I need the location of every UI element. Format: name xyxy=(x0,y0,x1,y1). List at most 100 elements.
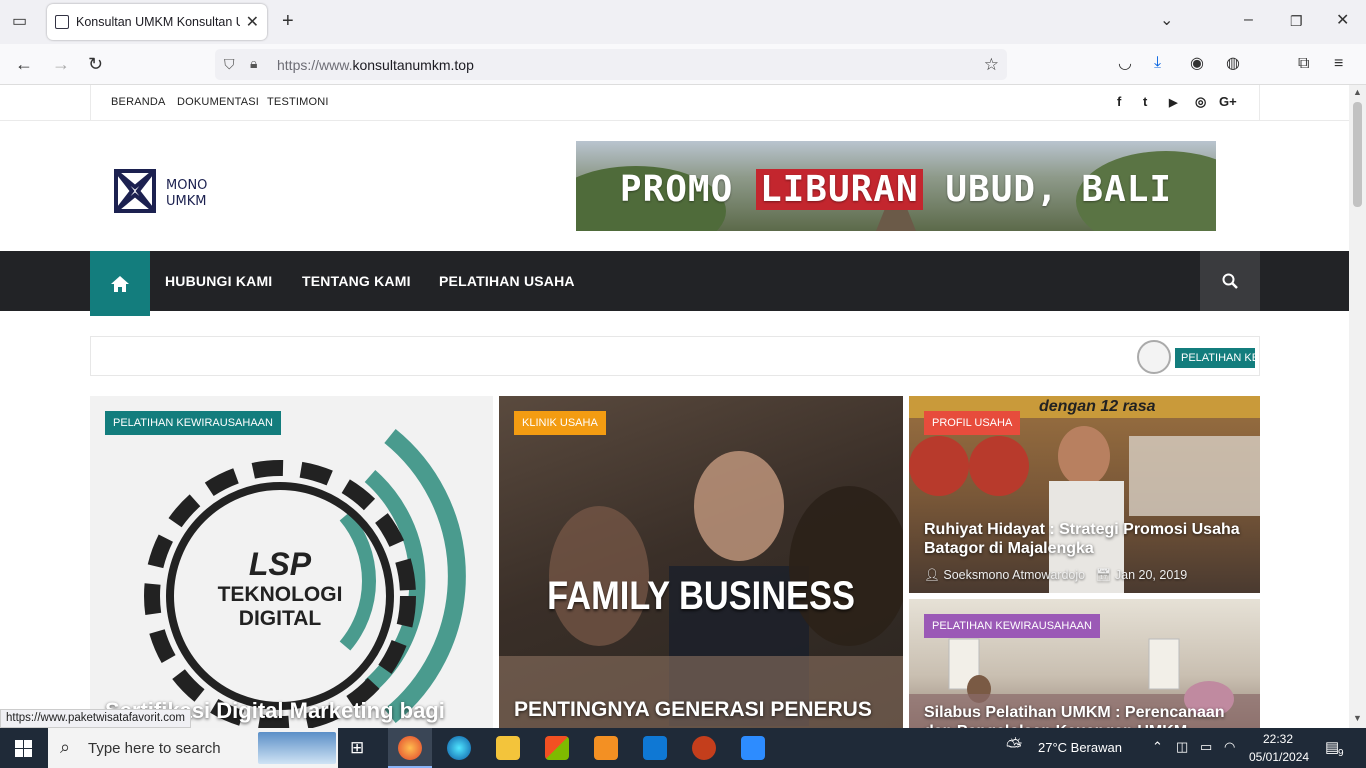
web-page: BERANDA DOKUMENTASI TESTIMONI f t ▶ ◎ G+… xyxy=(0,85,1349,728)
nav-hubungi-kami[interactable]: HUBUNGI KAMI xyxy=(165,273,272,289)
logo-mark[interactable] xyxy=(114,169,156,213)
category-badge[interactable]: PELATIHAN KEWIRAUSAHAAN xyxy=(924,614,1100,638)
logo-line-1: MONO xyxy=(166,178,208,193)
twitter-icon[interactable]: t xyxy=(1143,94,1147,109)
clock-date[interactable]: 05/01/2024 xyxy=(1249,750,1309,764)
ticker-logo-icon xyxy=(1137,340,1171,374)
family-business-image-text: FAMILY BUSINESS xyxy=(547,574,855,618)
scroll-up-icon[interactable]: ▲ xyxy=(1353,87,1362,97)
mail-icon[interactable] xyxy=(643,736,667,760)
logo-text[interactable]: MONO UMKM xyxy=(166,178,207,210)
calendar-icon: 📅︎ xyxy=(1095,568,1112,582)
globe-icon[interactable]: ◍ xyxy=(1226,56,1240,72)
card-author[interactable]: Soeksmono Atmowardojo xyxy=(943,568,1085,582)
topnav-beranda[interactable]: BERANDA xyxy=(111,96,166,108)
lock-icon[interactable]: 🔒︎ xyxy=(250,55,257,72)
shield-icon[interactable]: ⛉ xyxy=(224,56,235,73)
topnav-dokumentasi[interactable]: DOKUMENTASI xyxy=(177,96,259,108)
news-ticker: PELATIHAN KE xyxy=(90,336,1260,376)
banner-text-pre: PROMO xyxy=(619,169,756,210)
ticker-label[interactable]: PELATIHAN KE xyxy=(1175,348,1255,368)
taskbar-search-box[interactable]: ⌕ Type here to search xyxy=(48,728,338,768)
google-plus-icon[interactable]: G+ xyxy=(1219,94,1237,109)
tab-list-icon[interactable]: ▭ xyxy=(12,14,27,30)
notification-count: 9 xyxy=(1338,748,1344,759)
minimize-icon[interactable]: – xyxy=(1244,12,1253,28)
tab-title: Konsultan UMKM Konsultan UMKM xyxy=(76,15,240,29)
url-bar[interactable]: ⛉ 🔒︎ https://www. konsultanumkm.top ☆ xyxy=(215,49,1007,80)
card-title[interactable]: PENTINGNYA GENERASI PENERUS xyxy=(514,698,888,722)
card-date: Jan 20, 2019 xyxy=(1114,568,1188,582)
main-navigation: HUBUNGI KAMI TENTANG KAMI PELATIHAN USAH… xyxy=(0,251,1349,316)
store-icon[interactable] xyxy=(545,736,569,760)
url-domain: konsultanumkm.top xyxy=(352,56,474,73)
featured-card-1[interactable]: LSP TEKNOLOGI DIGITAL PELATIHAN KEWIRAUS… xyxy=(90,396,493,728)
image-text-teknologi: TEKNOLOGI xyxy=(217,583,343,606)
nav-pelatihan-usaha[interactable]: PELATIHAN USAHA xyxy=(439,273,575,289)
category-badge[interactable]: PELATIHAN KEWIRAUSAHAAN xyxy=(105,411,281,435)
menu-icon[interactable]: ≡ xyxy=(1334,56,1343,72)
zoom-icon[interactable] xyxy=(741,736,765,760)
family-business-image xyxy=(499,451,903,728)
tray-chevron-up-icon[interactable]: ⌃ xyxy=(1152,739,1163,755)
card-title[interactable]: Silabus Pelatihan UMKM : Perencanaan dan… xyxy=(924,703,1245,728)
promo-banner[interactable]: PROMO LIBURAN UBUD, BALI xyxy=(576,141,1216,231)
browser-toolbar: ← → ↻ ⛉ 🔒︎ https://www. konsultanumkm.top… xyxy=(0,44,1366,114)
xampp-icon[interactable] xyxy=(594,736,618,760)
user-icon: 👤︎ xyxy=(924,568,940,582)
scroll-thumb[interactable] xyxy=(1353,102,1362,207)
banner-text-highlight: LIBURAN xyxy=(755,169,923,210)
page-scrollbar[interactable]: ▲ ▼ xyxy=(1349,85,1366,728)
youtube-icon[interactable]: ▶ xyxy=(1169,96,1177,109)
category-badge[interactable]: PROFIL USAHA xyxy=(924,411,1021,435)
search-icon xyxy=(1222,273,1238,289)
forward-icon[interactable]: → xyxy=(52,55,70,73)
url-prefix: https://www. xyxy=(277,56,353,73)
search-icon: ⌕ xyxy=(60,737,71,757)
search-highlight-image xyxy=(258,732,336,764)
banner-text: PROMO LIBURAN UBUD, BALI xyxy=(576,169,1216,210)
site-favicon-icon xyxy=(55,15,69,29)
wifi-icon[interactable]: ◠ xyxy=(1224,739,1235,755)
featured-card-4[interactable]: PELATIHAN KEWIRAUSAHAAN Silabus Pelatiha… xyxy=(909,599,1260,728)
home-button[interactable] xyxy=(90,251,150,316)
scroll-down-icon[interactable]: ▼ xyxy=(1353,713,1362,723)
card-title[interactable]: Ruhiyat Hidayat : Strategi Promosi Usaha… xyxy=(924,520,1245,558)
clock-time[interactable]: 22:32 xyxy=(1263,732,1293,746)
download-icon[interactable]: ⤓ xyxy=(1154,55,1161,71)
taskbar-search-placeholder: Type here to search xyxy=(88,739,221,757)
facebook-icon[interactable]: f xyxy=(1117,94,1121,109)
edge-icon[interactable] xyxy=(447,736,471,760)
close-window-icon[interactable]: ✕ xyxy=(1336,13,1349,29)
status-url: https://www.paketwisatafavorit.com xyxy=(0,709,191,728)
battery-icon[interactable]: ▭ xyxy=(1200,739,1212,755)
logo-svg xyxy=(116,171,154,211)
powerpoint-icon[interactable] xyxy=(692,736,716,760)
featured-card-2[interactable]: FAMILY BUSINESS KLINIK USAHA PENTINGNYA … xyxy=(499,396,903,728)
account-icon[interactable]: ◉ xyxy=(1190,56,1204,72)
task-view-icon[interactable]: ⊞ xyxy=(350,738,364,758)
featured-card-3[interactable]: dengan 12 rasa PROFIL USAHA Ruhiyat Hida… xyxy=(909,396,1260,593)
pocket-icon[interactable]: ◡ xyxy=(1118,56,1132,72)
weather-icon[interactable]: ⛅︎ xyxy=(1006,736,1022,759)
topnav-testimoni[interactable]: TESTIMONI xyxy=(267,96,329,108)
reload-icon[interactable]: ↻ xyxy=(88,55,103,73)
chevron-down-icon[interactable]: ⌄ xyxy=(1160,13,1173,29)
firefox-icon[interactable] xyxy=(398,736,422,760)
file-explorer-icon[interactable] xyxy=(496,736,520,760)
image-text-digital: DIGITAL xyxy=(238,607,322,630)
weather-text[interactable]: 27°C Berawan xyxy=(1038,740,1122,755)
new-tab-icon[interactable]: + xyxy=(282,11,294,31)
bookmark-star-icon[interactable]: ☆ xyxy=(984,55,999,75)
back-icon[interactable]: ← xyxy=(15,55,33,73)
instagram-icon[interactable]: ◎ xyxy=(1195,94,1206,110)
category-badge[interactable]: KLINIK USAHA xyxy=(514,411,606,435)
restore-icon[interactable]: ❐ xyxy=(1290,13,1303,29)
puzzle-extensions-icon[interactable]: ⧉ xyxy=(1298,56,1309,72)
meet-now-icon[interactable]: ◫ xyxy=(1176,739,1188,755)
browser-tab[interactable]: Konsultan UMKM Konsultan UMKM ✕ xyxy=(47,4,267,40)
windows-start-icon[interactable] xyxy=(15,740,32,757)
close-tab-icon[interactable]: ✕ xyxy=(246,12,259,32)
nav-tentang-kami[interactable]: TENTANG KAMI xyxy=(302,273,411,289)
search-button[interactable] xyxy=(1200,251,1260,311)
